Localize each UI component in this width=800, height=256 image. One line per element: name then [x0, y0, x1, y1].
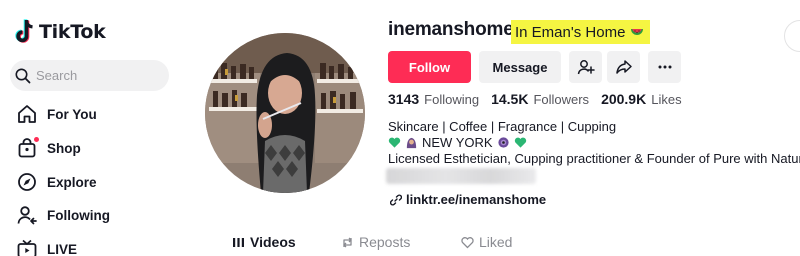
- watermelon-emoji: [631, 29, 644, 35]
- share-button[interactable]: [607, 51, 640, 83]
- stat-likes: 200.9K Likes: [601, 91, 682, 107]
- following-user-icon: [16, 204, 38, 226]
- sidebar-item-label: Shop: [47, 140, 81, 156]
- search-bar[interactable]: [10, 60, 169, 91]
- ellipsis-icon: [658, 65, 671, 69]
- avatar-image: [205, 33, 365, 193]
- profile-link[interactable]: linktr.ee/inemanshome: [390, 192, 546, 207]
- stat-following[interactable]: 3143 Following: [388, 91, 479, 107]
- profile-nickname: In Eman's Home: [511, 20, 651, 44]
- add-user-icon: [577, 60, 595, 75]
- tab-liked[interactable]: Liked: [461, 232, 512, 252]
- bio-line-3: Licensed Esthetician, Cupping practition…: [388, 151, 800, 166]
- search-input[interactable]: [36, 68, 156, 83]
- tab-videos[interactable]: Videos: [232, 232, 296, 252]
- tab-label: Reposts: [359, 234, 411, 250]
- profile-avatar[interactable]: [205, 33, 365, 193]
- shopping-bag-icon: [16, 137, 39, 159]
- sidebar-item-for-you[interactable]: For You: [16, 101, 97, 127]
- stat-value: 14.5K: [491, 91, 529, 107]
- profile-username: inemanshome: [388, 19, 514, 40]
- tab-label: Liked: [479, 234, 513, 250]
- blurred-bio-line: [386, 168, 536, 184]
- woman-in-hijab-emoji: [406, 137, 417, 149]
- sidebar-item-explore[interactable]: Explore: [16, 169, 97, 195]
- home-icon: [16, 103, 38, 125]
- nickname-text: In Eman's Home: [515, 23, 626, 41]
- stat-value: 200.9K: [601, 91, 647, 107]
- share-arrow-icon: [615, 60, 632, 74]
- stat-label: Following: [424, 92, 480, 107]
- message-button[interactable]: Message: [479, 51, 561, 83]
- search-icon: [15, 68, 31, 83]
- sidebar-item-live[interactable]: LIVE: [16, 236, 77, 256]
- notification-dot: [34, 137, 39, 142]
- profile-stats: 3143 Following 14.5K Followers 200.9K Li…: [388, 91, 694, 111]
- add-friend-button[interactable]: [569, 51, 602, 83]
- sidebar-item-shop[interactable]: Shop: [16, 135, 81, 161]
- heart-lock-icon: [461, 236, 474, 248]
- sidebar-item-label: For You: [47, 106, 97, 122]
- tab-reposts[interactable]: Reposts: [341, 232, 410, 252]
- tiktok-wordmark: TikTok: [39, 21, 106, 43]
- sidebar-item-label: Explore: [47, 174, 97, 190]
- link-text: linktr.ee/inemanshome: [406, 192, 547, 207]
- compass-icon: [16, 171, 38, 193]
- tiktok-logo-icon: [15, 19, 33, 43]
- bio-location: NEW YORK: [422, 135, 493, 150]
- videos-grid-icon: [233, 237, 244, 247]
- sidebar: TikTok For You Shop Explore Follo: [0, 0, 180, 256]
- sidebar-item-following[interactable]: Following: [16, 202, 110, 228]
- more-options-button[interactable]: [648, 51, 681, 83]
- link-icon: [390, 194, 402, 205]
- sidebar-item-label: Following: [47, 207, 110, 223]
- live-tv-icon: [16, 238, 38, 256]
- follow-button[interactable]: Follow: [388, 51, 471, 83]
- sidebar-item-label: LIVE: [47, 241, 78, 256]
- green-heart-emoji: [388, 137, 401, 148]
- stat-followers[interactable]: 14.5K Followers: [491, 91, 589, 107]
- tiktok-logo[interactable]: TikTok: [14, 19, 106, 45]
- stat-value: 3143: [388, 91, 420, 107]
- bio-line-2: NEW YORK: [388, 135, 527, 150]
- stat-label: Likes: [651, 92, 682, 107]
- tab-label: Videos: [250, 234, 296, 250]
- stat-label: Followers: [533, 92, 590, 107]
- green-heart-emoji: [514, 137, 526, 148]
- scroll-edge-button[interactable]: [784, 20, 800, 52]
- repost-icon: [343, 237, 352, 247]
- purple-nazar-emoji: [497, 137, 509, 148]
- bio-line-1: Skincare | Coffee | Fragrance | Cupping: [388, 119, 617, 134]
